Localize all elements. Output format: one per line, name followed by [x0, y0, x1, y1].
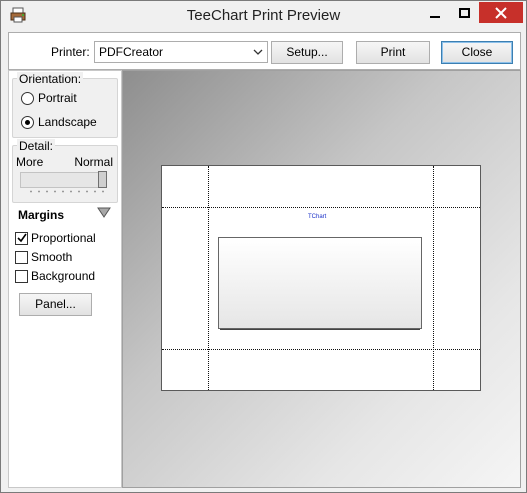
detail-slider-ticks [27, 190, 105, 193]
chart-panel-preview [218, 237, 422, 329]
smooth-checkbox[interactable] [15, 250, 28, 264]
smooth-label: Smooth [31, 250, 73, 264]
chart-title: TChart [308, 214, 327, 220]
portrait-label: Portrait [38, 91, 77, 105]
printer-select[interactable]: PDFCreator [94, 41, 268, 63]
close-icon [495, 6, 507, 19]
print-button[interactable]: Print [356, 41, 430, 64]
orientation-group: Orientation: Portrait Landscape [12, 72, 118, 138]
print-toolbar: Printer: PDFCreator Setup... Print Close [8, 32, 521, 70]
background-checkbox[interactable] [15, 269, 28, 283]
background-checkbox-row[interactable]: Background [15, 269, 95, 283]
preview-area[interactable]: TChart [122, 70, 521, 488]
margins-title: Margins [18, 208, 65, 222]
margin-left-line[interactable] [208, 166, 209, 390]
proportional-checkbox-row[interactable]: Proportional [15, 231, 96, 245]
background-label: Background [31, 269, 96, 283]
panel-button[interactable]: Panel... [19, 293, 92, 316]
proportional-label: Proportional [31, 231, 96, 245]
print-preview-window: TeeChart Print Preview Printer: PDFCreat… [0, 0, 527, 493]
landscape-label: Landscape [38, 115, 97, 129]
margin-top-line[interactable] [162, 207, 480, 208]
portrait-radio[interactable]: Portrait [21, 91, 77, 105]
orientation-label: Orientation: [17, 72, 84, 86]
printer-select-value: PDFCreator [99, 45, 164, 59]
landscape-radio[interactable]: Landscape [21, 115, 97, 129]
collapse-triangle-icon[interactable] [97, 207, 111, 219]
setup-button[interactable]: Setup... [271, 41, 343, 64]
title-bar[interactable]: TeeChart Print Preview [1, 1, 526, 30]
minimize-icon [430, 15, 440, 18]
detail-slider-thumb[interactable] [98, 171, 107, 188]
landscape-radio-button[interactable] [21, 115, 34, 129]
close-window-button[interactable] [479, 2, 523, 23]
portrait-radio-button[interactable] [21, 91, 34, 105]
detail-more-label: More [16, 155, 44, 169]
maximize-button[interactable] [450, 2, 478, 23]
chevron-down-icon [253, 49, 263, 55]
detail-label: Detail: [17, 139, 56, 153]
maximize-icon [458, 7, 470, 18]
preview-page[interactable]: TChart [161, 165, 481, 391]
printer-label: Printer: [51, 45, 90, 59]
margin-right-line[interactable] [433, 166, 434, 390]
smooth-checkbox-row[interactable]: Smooth [15, 250, 72, 264]
minimize-button[interactable] [421, 2, 449, 23]
options-panel: Orientation: Portrait Landscape Detail: … [8, 70, 122, 488]
proportional-checkbox[interactable] [15, 231, 28, 245]
detail-slider-track[interactable] [20, 172, 106, 188]
close-button[interactable]: Close [441, 41, 513, 64]
detail-normal-label: Normal [74, 155, 113, 169]
margin-bottom-line[interactable] [162, 349, 480, 350]
